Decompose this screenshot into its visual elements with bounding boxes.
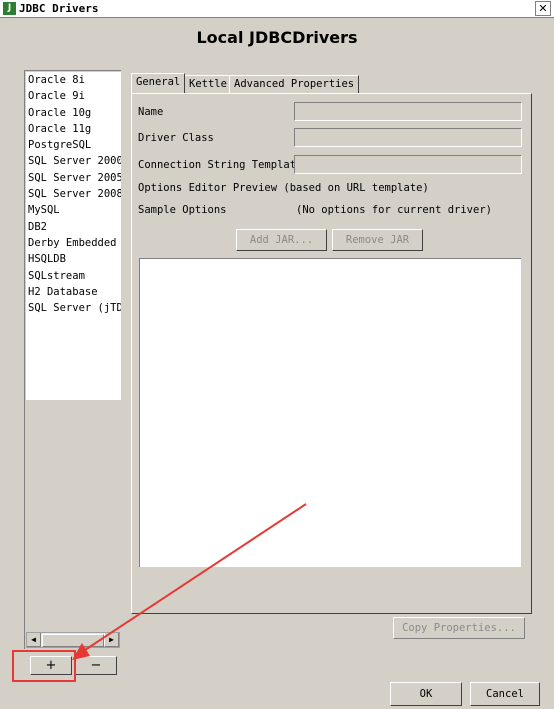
list-item[interactable]: Derby Embedded (26, 235, 121, 251)
app-icon: J (3, 2, 16, 15)
list-item[interactable]: HSQLDB (26, 251, 121, 267)
list-item[interactable]: SQL Server 2000 (26, 153, 121, 169)
remove-driver-button[interactable]: − (75, 656, 117, 675)
tab-kettle[interactable]: Kettle (184, 75, 232, 93)
sample-options-label: Sample Options (138, 204, 227, 216)
jar-list[interactable] (139, 258, 521, 567)
cancel-button[interactable]: Cancel (470, 682, 540, 706)
driver-list-panel: Oracle 8i Oracle 9i Oracle 10g Oracle 11g Po… (24, 70, 121, 649)
copy-properties-button[interactable]: Copy Properties... (393, 617, 525, 639)
list-empty-area (26, 340, 121, 400)
connection-string-label: Connection String Template (138, 159, 303, 171)
scroll-left-icon[interactable]: ◀ (27, 633, 41, 647)
list-item[interactable]: Oracle 9i (26, 88, 121, 104)
scroll-right-icon[interactable]: ▶ (104, 633, 119, 647)
window-title: JDBC Drivers (19, 2, 99, 15)
name-field[interactable] (294, 102, 522, 121)
general-tab-panel: Name Driver Class Connection String Temp… (131, 93, 532, 614)
driver-list[interactable]: Oracle 8i Oracle 9i Oracle 10g Oracle 11g Po… (26, 72, 121, 340)
list-item[interactable]: Oracle 11g (26, 121, 121, 137)
horizontal-scrollbar[interactable]: ◀ ▶ (26, 632, 120, 648)
list-item[interactable]: Oracle 8i (26, 72, 121, 88)
sample-options-value: (No options for current driver) (296, 204, 492, 216)
list-item[interactable]: SQL Server (jTDS (26, 300, 121, 316)
remove-jar-button[interactable]: Remove JAR (332, 229, 423, 251)
list-item[interactable]: SQLstream (26, 268, 121, 284)
list-item[interactable]: H2 Database (26, 284, 121, 300)
connection-string-field[interactable] (294, 155, 522, 174)
tab-advanced-properties[interactable]: Advanced Properties (229, 75, 360, 93)
options-preview-label: Options Editor Preview (based on URL tem… (138, 182, 429, 194)
add-jar-button[interactable]: Add JAR... (236, 229, 327, 251)
title-bar: J JDBC Drivers ✕ (0, 0, 554, 18)
list-item[interactable]: MySQL (26, 202, 121, 218)
tab-general[interactable]: General (131, 73, 186, 93)
list-item[interactable]: PostgreSQL (26, 137, 121, 153)
list-item[interactable]: SQL Server 2008 (26, 186, 121, 202)
list-item[interactable]: SQL Server 2005 (26, 170, 121, 186)
driver-class-label: Driver Class (138, 132, 214, 144)
page-title: Local JDBCDrivers (196, 28, 358, 47)
close-icon[interactable]: ✕ (535, 1, 551, 16)
ok-button[interactable]: OK (390, 682, 462, 706)
driver-class-field[interactable] (294, 128, 522, 147)
name-label: Name (138, 106, 164, 118)
scroll-thumb[interactable] (42, 634, 104, 647)
list-item[interactable]: Oracle 10g (26, 105, 121, 121)
list-item[interactable]: DB2 (26, 219, 121, 235)
annotation-highlight-box (12, 650, 76, 682)
